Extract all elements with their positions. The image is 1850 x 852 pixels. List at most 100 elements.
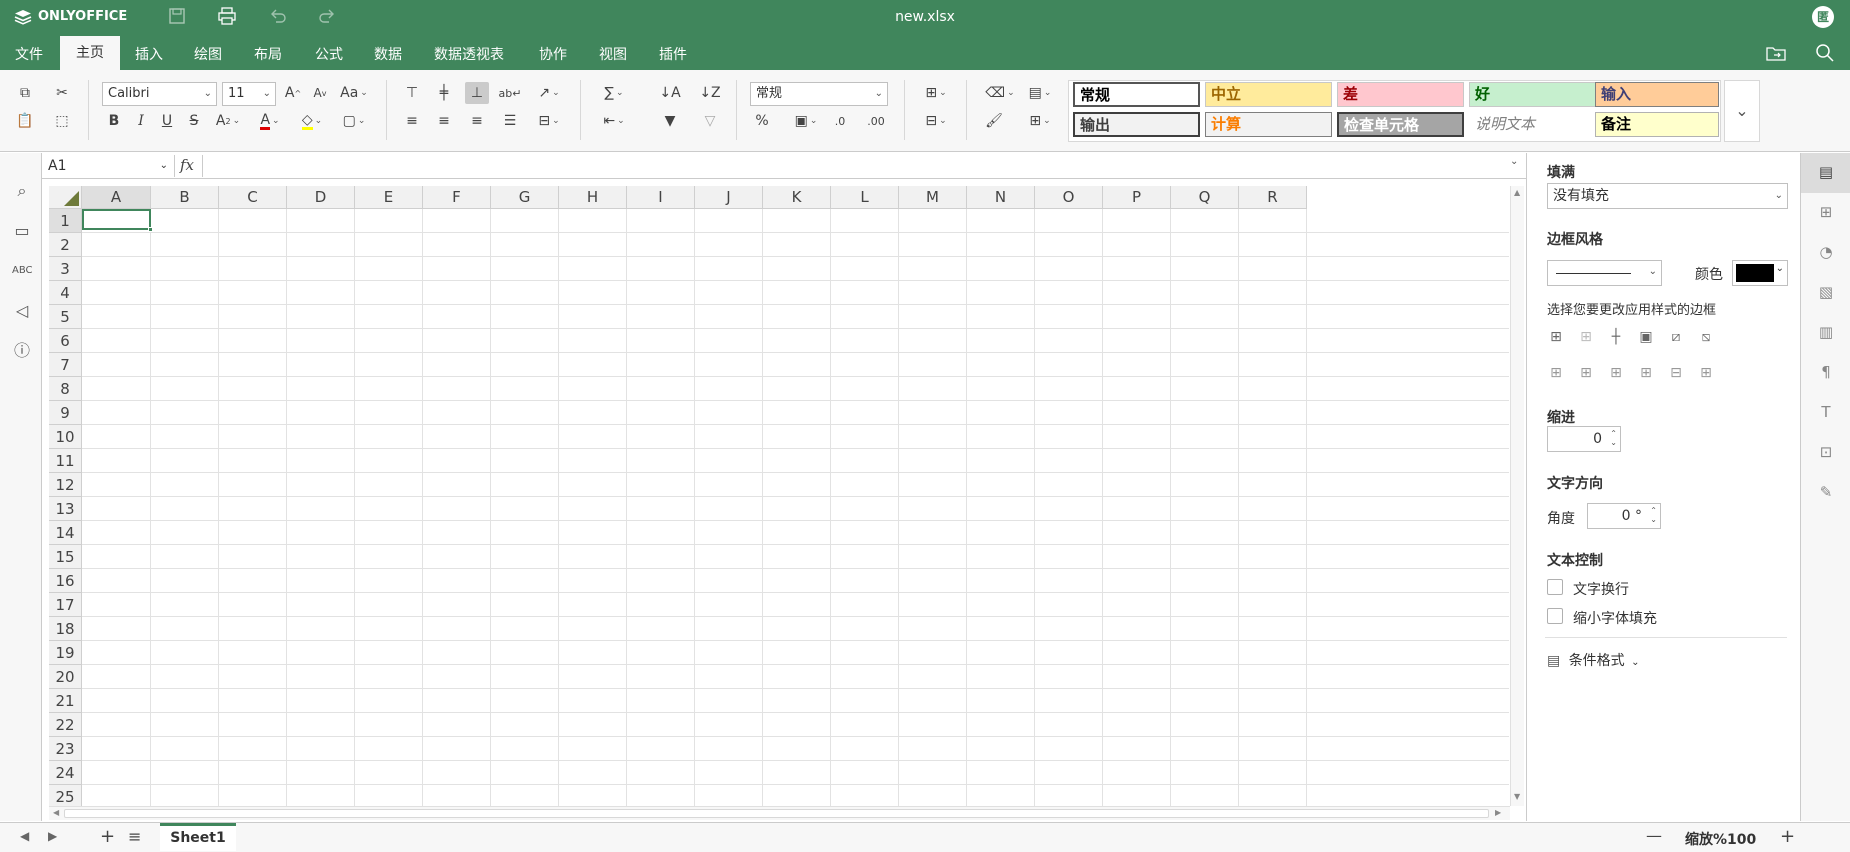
subscript-icon[interactable]: A 2 ⌄ xyxy=(210,110,246,132)
cell-style-calculation[interactable]: 计算 xyxy=(1205,112,1332,137)
zoom-out-icon[interactable]: — xyxy=(1646,826,1662,845)
insert-cells-icon[interactable]: ⊞ ⌄ xyxy=(918,82,954,104)
column-header[interactable]: I xyxy=(627,186,695,209)
cell-style-explanatory[interactable]: 说明文本 xyxy=(1469,112,1596,137)
shape-settings-icon[interactable]: ◔ xyxy=(1815,241,1837,263)
scroll-right-icon[interactable]: ▶ xyxy=(1495,808,1501,817)
borders-icon[interactable]: ▢ ⌄ xyxy=(336,110,372,132)
paste-icon[interactable]: 📋 xyxy=(13,110,37,132)
align-center-icon[interactable]: ≡ xyxy=(432,110,456,132)
expand-formula-icon[interactable]: ⌄ xyxy=(1510,156,1518,167)
vertical-scrollbar[interactable]: ▲ ▼ xyxy=(1510,186,1524,806)
scrollbar-thumb[interactable] xyxy=(64,809,1489,818)
paragraph-settings-icon[interactable]: ¶ xyxy=(1815,361,1837,383)
cell-style-note[interactable]: 备注 xyxy=(1595,112,1719,137)
merge-cells-icon[interactable]: ⊟ ⌄ xyxy=(531,110,567,132)
scroll-left-icon[interactable]: ◀ xyxy=(53,808,59,817)
diagonal-up-icon[interactable]: ⧄ xyxy=(1667,328,1685,346)
row-header[interactable]: 11 xyxy=(49,449,82,473)
search-icon[interactable]: ⌕ xyxy=(12,181,32,201)
column-header[interactable]: F xyxy=(423,186,491,209)
row-header[interactable]: 12 xyxy=(49,473,82,497)
horizontal-scrollbar[interactable]: ◀ ▶ xyxy=(49,806,1510,820)
fill-select[interactable]: 没有填充 ⌄ xyxy=(1547,183,1788,209)
column-header[interactable]: P xyxy=(1103,186,1171,209)
row-header[interactable]: 5 xyxy=(49,305,82,329)
cell-style-check-cell[interactable]: 检查单元格 xyxy=(1337,112,1464,137)
sort-descending-icon[interactable]: ↓Z xyxy=(698,82,722,104)
sheet-tab-sheet1[interactable]: Sheet1 xyxy=(160,823,236,851)
all-borders-icon[interactable]: ⊞ xyxy=(1547,328,1565,346)
row-header[interactable]: 25 xyxy=(49,785,82,806)
bold-icon[interactable]: B xyxy=(102,110,126,132)
row-header[interactable]: 8 xyxy=(49,377,82,401)
stepper-icon[interactable]: ⌃ ⌄ xyxy=(1610,429,1617,447)
right-border-icon[interactable]: ⊞ xyxy=(1607,364,1625,382)
border-style-select[interactable]: ⌄ xyxy=(1547,260,1662,286)
cell-settings-icon[interactable]: ▤ xyxy=(1815,161,1837,183)
scroll-up-icon[interactable]: ▲ xyxy=(1514,188,1520,197)
sheet-list-icon[interactable]: ≡ xyxy=(128,827,141,846)
tab-data[interactable]: 数据 xyxy=(374,44,402,64)
copy-style-icon[interactable]: 🖌 xyxy=(982,110,1006,132)
comment-icon[interactable]: ▭ xyxy=(12,221,32,241)
copy-icon[interactable]: ⧉ xyxy=(13,82,37,104)
column-header[interactable]: J xyxy=(695,186,763,209)
number-format-select[interactable]: 常规 ⌄ xyxy=(750,82,888,106)
row-header[interactable]: 23 xyxy=(49,737,82,761)
column-header[interactable]: G xyxy=(491,186,559,209)
tab-formula[interactable]: 公式 xyxy=(315,44,343,64)
row-header[interactable]: 2 xyxy=(49,233,82,257)
column-header[interactable]: R xyxy=(1239,186,1307,209)
formula-input[interactable] xyxy=(206,155,1506,177)
align-bottom-icon[interactable]: ⊥ xyxy=(465,82,489,104)
fill-handle[interactable] xyxy=(148,227,153,232)
align-middle-icon[interactable]: ╪ xyxy=(432,82,456,104)
justify-icon[interactable]: ☰ xyxy=(498,110,522,132)
wrap-text-icon[interactable]: ab↵ xyxy=(498,82,522,104)
text-orientation-icon[interactable]: ↗ ⌄ xyxy=(531,82,567,104)
next-sheet-icon[interactable]: ▶ xyxy=(48,829,57,843)
diagonal-down-icon[interactable]: ⧅ xyxy=(1697,328,1715,346)
tab-view[interactable]: 视图 xyxy=(599,44,627,64)
select-all-icon[interactable]: ⬚ xyxy=(50,110,74,132)
row-header[interactable]: 21 xyxy=(49,689,82,713)
row-header[interactable]: 18 xyxy=(49,617,82,641)
add-sheet-icon[interactable]: + xyxy=(100,826,115,847)
row-header[interactable]: 7 xyxy=(49,353,82,377)
underline-icon[interactable]: U xyxy=(155,110,179,132)
signature-settings-icon[interactable]: ✎ xyxy=(1815,481,1837,503)
sum-icon[interactable]: ∑ ⌄ xyxy=(596,82,632,104)
increase-decimal-icon[interactable]: .00 xyxy=(864,110,888,132)
column-header[interactable]: L xyxy=(831,186,899,209)
row-header[interactable]: 10 xyxy=(49,425,82,449)
indent-input[interactable]: 0 ⌃ ⌄ xyxy=(1547,426,1621,452)
row-header[interactable]: 16 xyxy=(49,569,82,593)
column-header[interactable]: B xyxy=(151,186,219,209)
accounting-format-icon[interactable]: ▣ ⌄ xyxy=(788,110,824,132)
open-folder-icon[interactable] xyxy=(1765,44,1787,62)
inner-horizontal-icon[interactable]: ⊟ xyxy=(1667,364,1685,382)
tab-insert[interactable]: 插入 xyxy=(135,44,163,64)
column-header[interactable]: C xyxy=(219,186,287,209)
row-header[interactable]: 22 xyxy=(49,713,82,737)
column-header[interactable]: E xyxy=(355,186,423,209)
fill-color-icon[interactable]: ◇ ⌄ xyxy=(294,110,330,132)
decrease-decimal-icon[interactable]: .0 xyxy=(828,110,852,132)
percent-icon[interactable]: % xyxy=(750,110,774,132)
clear-filter-icon[interactable]: ▽ xyxy=(698,110,722,132)
row-header[interactable]: 14 xyxy=(49,521,82,545)
insert-function-icon[interactable]: ⇤ ⌄ xyxy=(596,110,632,132)
image-settings-icon[interactable]: ▧ xyxy=(1815,281,1837,303)
column-header[interactable]: N xyxy=(967,186,1035,209)
cell-style-input[interactable]: 输入 xyxy=(1595,82,1719,107)
column-header[interactable]: H xyxy=(559,186,627,209)
spreadsheet-grid[interactable]: ABCDEFGHIJKLMNOPQR 1 2 3 4 5 6 7 8 9 10 11 12 13 14 15… xyxy=(49,186,1509,806)
cut-icon[interactable]: ✂ xyxy=(50,82,74,104)
cell-style-bad[interactable]: 差 xyxy=(1337,82,1464,107)
outer-borders-icon[interactable]: ▣ xyxy=(1637,328,1655,346)
user-avatar[interactable]: 匿 xyxy=(1812,6,1834,28)
format-as-table-icon[interactable]: ⊞ ⌄ xyxy=(1022,110,1058,132)
strikethrough-icon[interactable]: S xyxy=(182,110,206,132)
text-art-settings-icon[interactable]: T xyxy=(1815,401,1837,423)
